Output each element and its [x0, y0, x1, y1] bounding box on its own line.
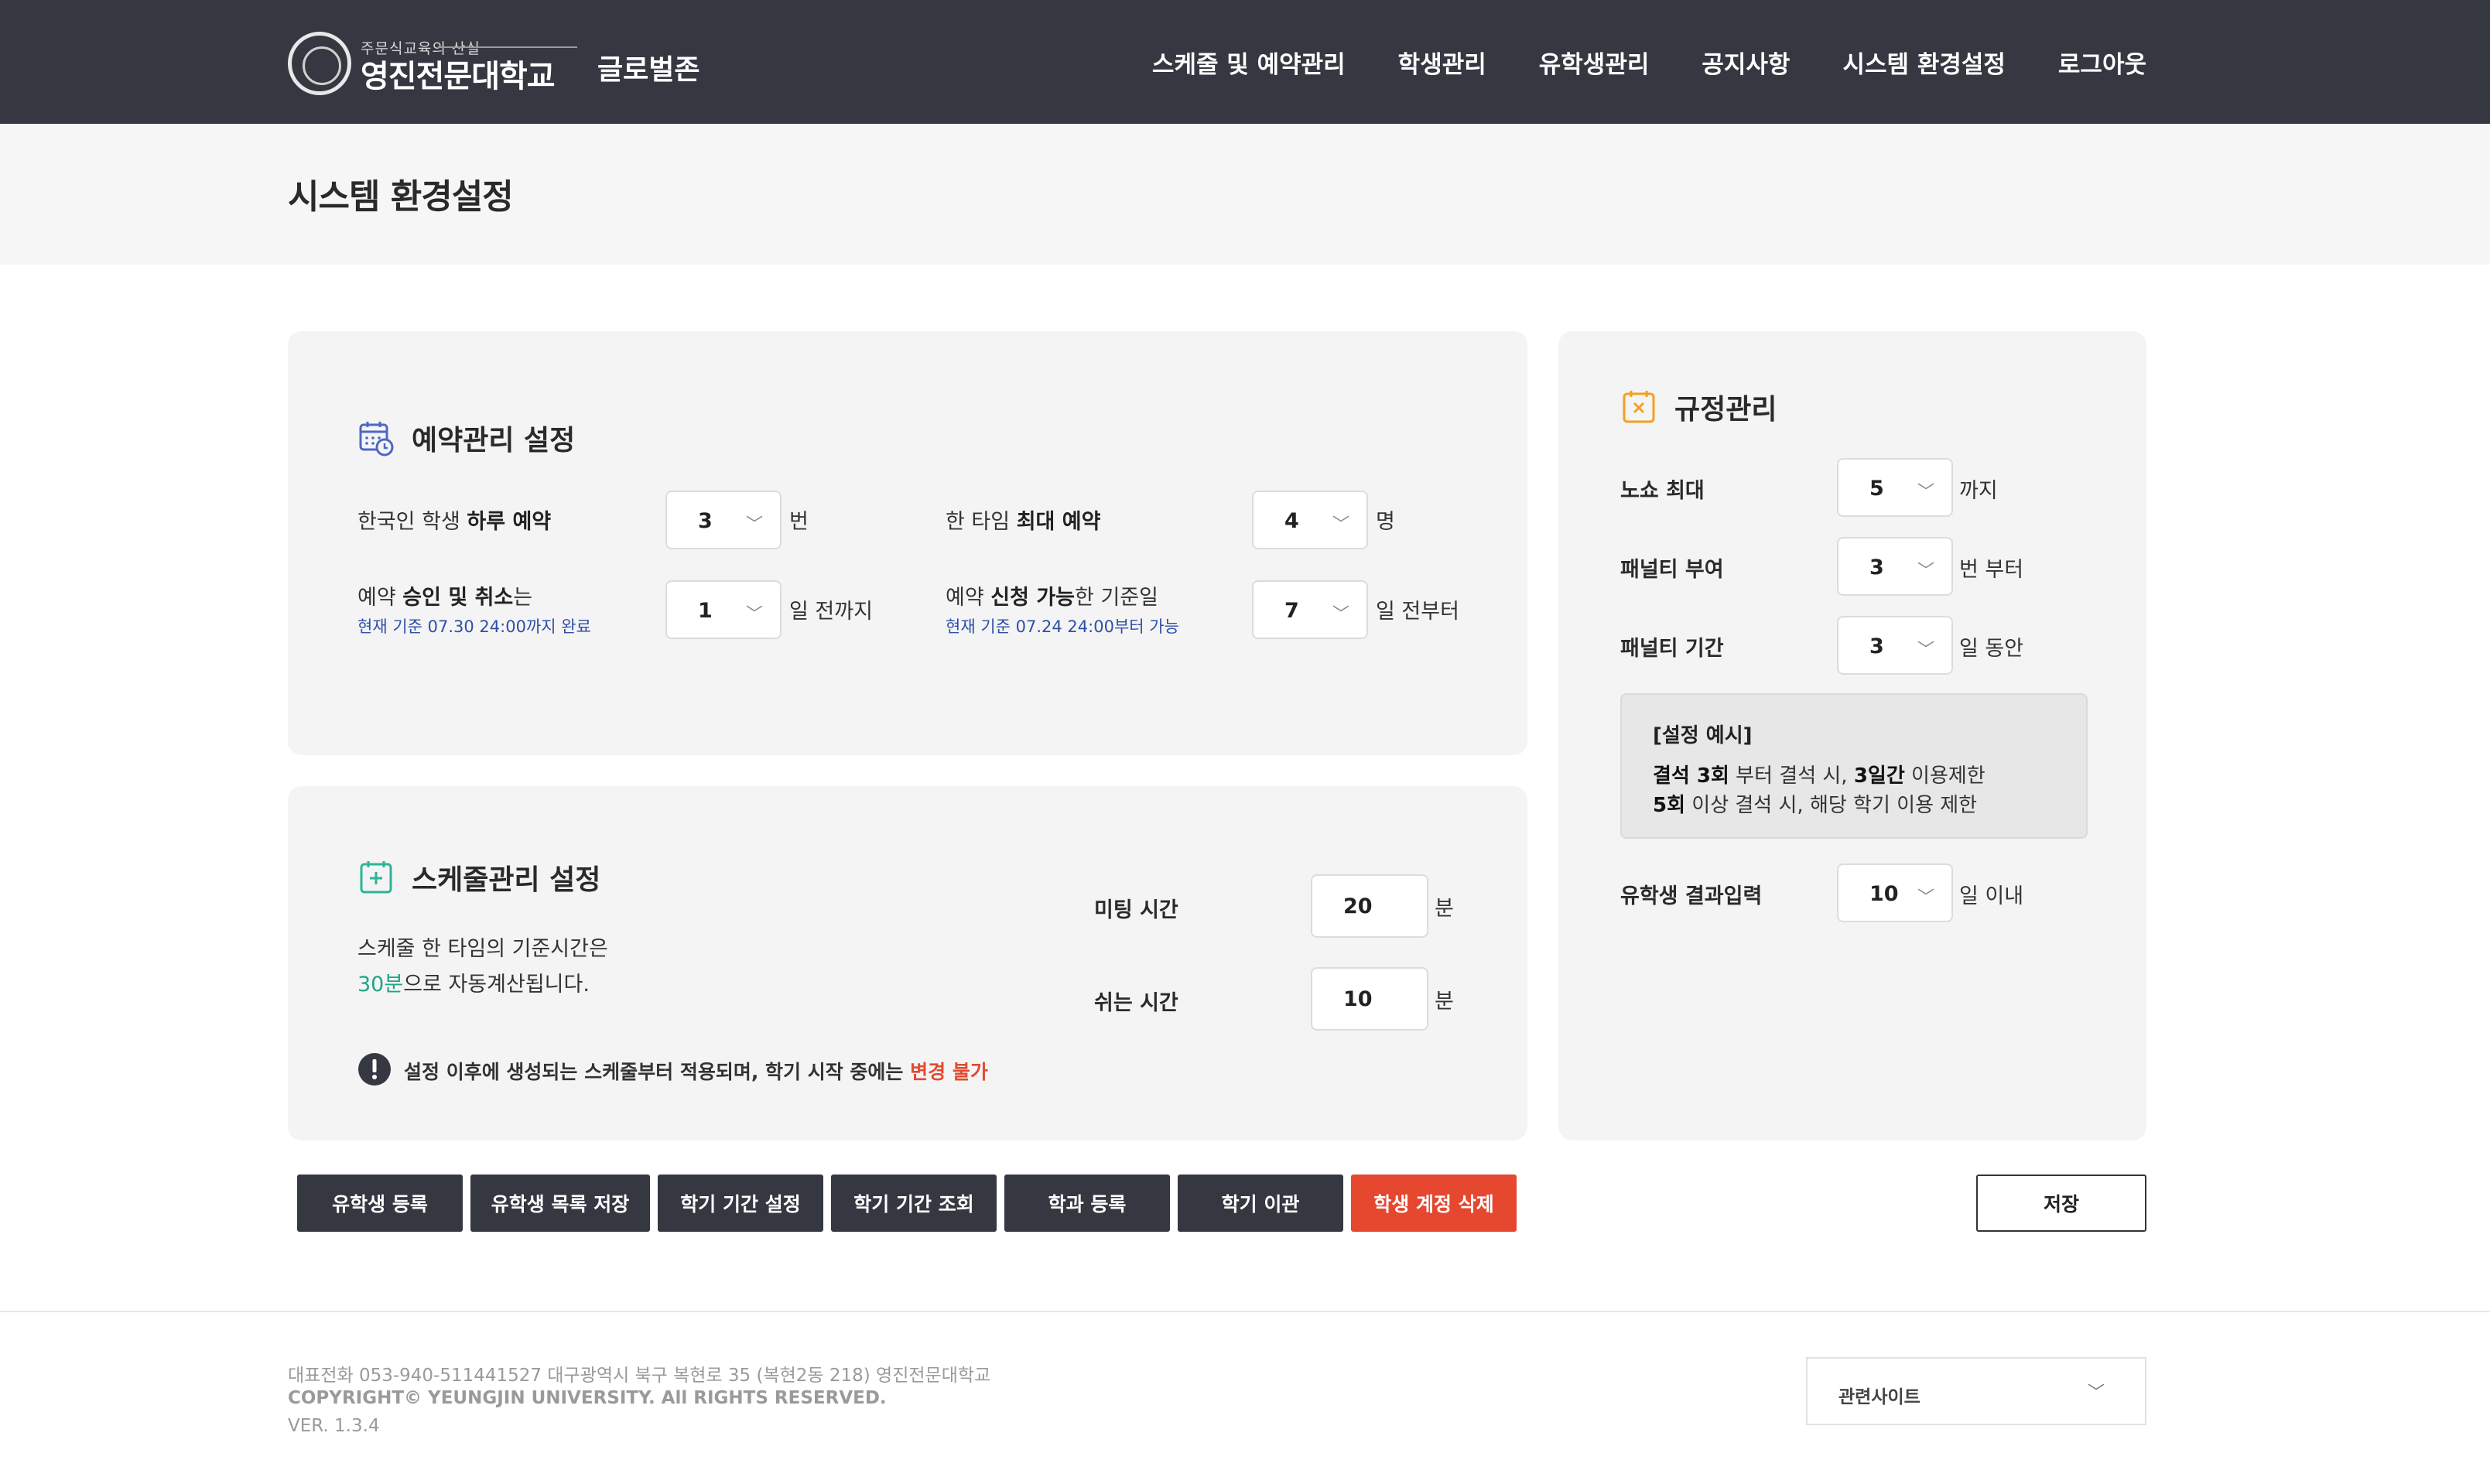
apply-base-unit: 일 전부터 — [1376, 600, 1459, 624]
related-sites-select[interactable]: 관련사이트 ﹀ — [1806, 1357, 2146, 1425]
meeting-time-unit: 분 — [1435, 897, 1454, 921]
rules-title: 규정관리 — [1674, 394, 1777, 426]
page-title: 시스템 환경설정 — [288, 177, 514, 217]
page-title-band: 시스템 환경설정 — [0, 124, 2490, 265]
footer-version: VER. 1.3.4 — [288, 1416, 380, 1436]
department-register-button[interactable]: 학과 등록 — [1004, 1175, 1170, 1232]
nav-system-settings[interactable]: 시스템 환경설정 — [1842, 45, 2005, 80]
semester-period-view-button[interactable]: 학기 기간 조회 — [831, 1175, 997, 1232]
chevron-down-icon: ﹀ — [1332, 605, 1349, 624]
break-time-label: 쉬는 시간 — [1094, 991, 1178, 1015]
chevron-down-icon: ﹀ — [1332, 515, 1349, 535]
rules-heading: 규정관리 — [1620, 387, 1777, 427]
result-input-select[interactable]: 10 ﹀ — [1837, 863, 1953, 922]
calendar-plus-icon — [360, 861, 392, 894]
top-navigation-bar: 주문식교육의 산실 영진전문대학교 글로벌존 스케줄 및 예약관리 학생관리 유… — [0, 0, 2490, 124]
apply-base-select[interactable]: 7 ﹀ — [1252, 580, 1368, 639]
nav-logout[interactable]: 로그아웃 — [2058, 45, 2146, 80]
chevron-down-icon: ﹀ — [1917, 888, 1934, 908]
university-logo[interactable]: 주문식교육의 산실 영진전문대학교 글로벌존 — [288, 32, 700, 95]
main-nav: 스케줄 및 예약관리 학생관리 유학생관리 공지사항 시스템 환경설정 로그아웃 — [1152, 45, 2146, 80]
schedule-settings-card — [288, 786, 1527, 1140]
nav-notices[interactable]: 공지사항 — [1702, 45, 1790, 80]
chevron-down-icon: ﹀ — [2087, 1383, 2105, 1403]
penalty-period-unit: 일 동안 — [1959, 637, 2024, 661]
reservation-settings-heading: 예약관리 설정 — [357, 418, 575, 458]
semester-period-set-button[interactable]: 학기 기간 설정 — [658, 1175, 823, 1232]
schedule-desc-line2: 30분으로 자동계산됩니다. — [357, 973, 590, 997]
schedule-desc-line1: 스케줄 한 타임의 기준시간은 — [357, 937, 608, 961]
rules-example-line2: 5회 이상 결석 시, 해당 학기 이용 제한 — [1653, 794, 1978, 817]
chevron-down-icon: ﹀ — [1917, 562, 1934, 581]
noshow-unit: 까지 — [1959, 479, 1998, 503]
alert-circle-icon — [358, 1053, 391, 1086]
break-time-input[interactable]: 10 — [1311, 967, 1428, 1031]
result-input-label: 유학생 결과입력 — [1620, 884, 1763, 908]
related-sites-label: 관련사이트 — [1838, 1387, 1921, 1407]
penalty-unit: 번 부터 — [1959, 558, 2024, 582]
result-input-unit: 일 이내 — [1959, 884, 2024, 908]
rules-example-line1: 결석 3회 부터 결석 시, 3일간 이용제한 — [1653, 764, 1986, 788]
daily-reservation-select[interactable]: 3 ﹀ — [665, 491, 782, 549]
schedule-warning-highlight: 변경 불가 — [910, 1061, 988, 1083]
rules-example-box: [설정 예시] 결석 3회 부터 결석 시, 3일간 이용제한 5회 이상 결석… — [1620, 693, 2088, 839]
footer-copyright: COPYRIGHT© YEUNGJIN UNIVERSITY. All RIGH… — [288, 1388, 887, 1408]
semester-transfer-button[interactable]: 학기 이관 — [1178, 1175, 1343, 1232]
schedule-base-time: 30분 — [357, 973, 404, 997]
logo-rule — [438, 46, 577, 48]
register-intl-student-button[interactable]: 유학생 등록 — [297, 1175, 463, 1232]
university-seal-icon — [288, 32, 351, 95]
noshow-select[interactable]: 5 ﹀ — [1837, 458, 1953, 517]
noshow-label: 노쇼 최대 — [1620, 479, 1705, 503]
nav-schedule-reservation[interactable]: 스케줄 및 예약관리 — [1152, 45, 1346, 80]
approve-cancel-note: 현재 기준 07.30 24:00까지 완료 — [357, 617, 591, 636]
chevron-down-icon: ﹀ — [745, 605, 763, 624]
penalty-label: 패널티 부여 — [1620, 558, 1724, 582]
max-reservation-select[interactable]: 4 ﹀ — [1252, 491, 1368, 549]
penalty-select[interactable]: 3 ﹀ — [1837, 537, 1953, 596]
max-reservation-unit: 명 — [1376, 510, 1395, 534]
daily-reservation-label: 한국인 학생 하루 예약 — [357, 510, 552, 534]
meeting-time-label: 미팅 시간 — [1094, 898, 1178, 922]
logo-title: 영진전문대학교 — [361, 59, 556, 94]
schedule-settings-heading: 스케줄관리 설정 — [357, 857, 600, 898]
footer-contact: 대표전화 053-940-511441527 대구광역시 북구 복현로 35 (… — [288, 1366, 991, 1386]
penalty-period-label: 패널티 기간 — [1620, 637, 1724, 661]
nav-intl-student-management[interactable]: 유학생관리 — [1539, 45, 1650, 80]
approve-cancel-select[interactable]: 1 ﹀ — [665, 580, 782, 639]
delete-student-accounts-button[interactable]: 학생 계정 삭제 — [1351, 1175, 1517, 1232]
apply-base-label: 예약 신청 가능한 기준일 — [946, 586, 1158, 610]
save-intl-list-button[interactable]: 유학생 목록 저장 — [470, 1175, 650, 1232]
penalty-period-select[interactable]: 3 ﹀ — [1837, 616, 1953, 675]
chevron-down-icon: ﹀ — [1917, 483, 1934, 502]
footer-divider — [0, 1311, 2490, 1312]
rules-example-title: [설정 예시] — [1653, 724, 1753, 747]
apply-base-note: 현재 기준 07.24 24:00부터 가능 — [946, 617, 1179, 636]
chevron-down-icon: ﹀ — [745, 515, 763, 535]
logo-zone-label: 글로벌존 — [597, 54, 700, 86]
save-button[interactable]: 저장 — [1976, 1175, 2146, 1232]
calendar-x-icon — [1623, 391, 1655, 423]
approve-cancel-label: 예약 승인 및 취소는 — [357, 586, 533, 610]
daily-reservation-unit: 번 — [789, 510, 809, 534]
break-time-unit: 분 — [1435, 990, 1454, 1014]
meeting-time-input[interactable]: 20 — [1311, 874, 1428, 938]
schedule-settings-title: 스케줄관리 설정 — [412, 864, 601, 896]
calendar-clock-icon — [359, 422, 394, 456]
reservation-settings-title: 예약관리 설정 — [412, 425, 576, 456]
max-reservation-label: 한 타임 최대 예약 — [946, 510, 1101, 534]
approve-cancel-unit: 일 전까지 — [789, 600, 873, 624]
chevron-down-icon: ﹀ — [1917, 641, 1934, 660]
nav-student-management[interactable]: 학생관리 — [1398, 45, 1486, 80]
schedule-warning: 설정 이후에 생성되는 스케줄부터 적용되며, 학기 시작 중에는 변경 불가 — [404, 1061, 988, 1083]
